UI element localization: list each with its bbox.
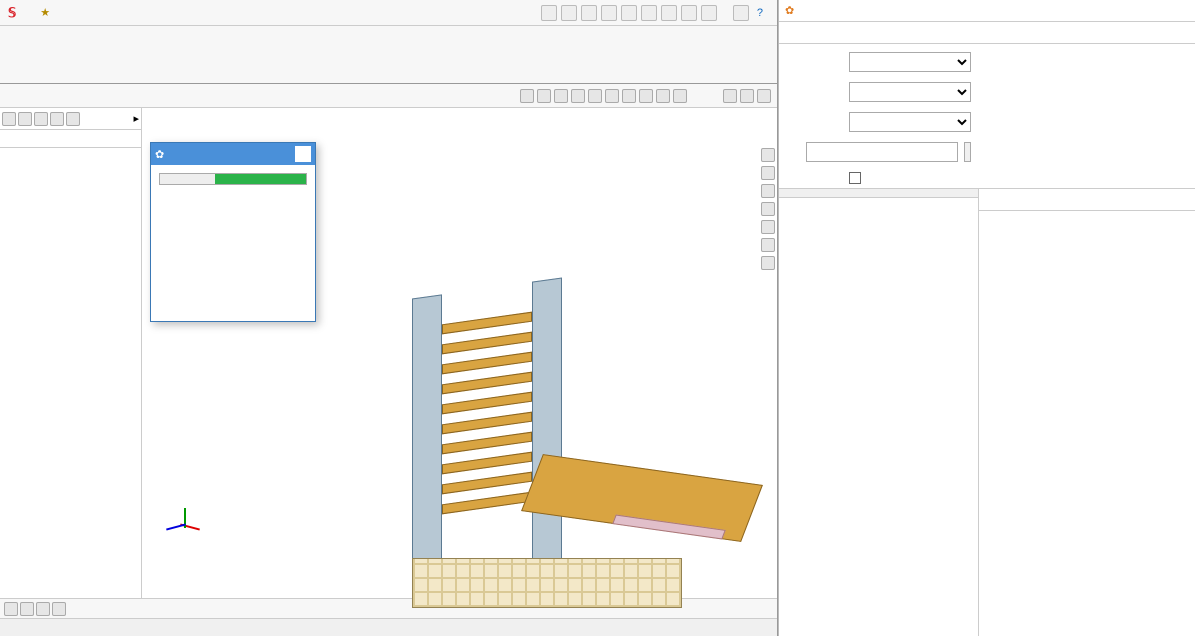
bigclass-select[interactable] [849,52,971,72]
rebuild-icon[interactable] [681,5,697,21]
tab-nav-last-icon[interactable] [52,602,66,616]
tree-appearance-icon[interactable] [66,112,80,126]
tab-nav-prev-icon[interactable] [20,602,34,616]
tree-config-icon[interactable] [18,112,32,126]
view-toolbar [520,89,777,103]
design-tool-panel: ✿ [778,0,1195,636]
ribbon [0,26,777,84]
zoom-area-icon[interactable] [537,89,551,103]
feature-tree-pane: ▸ [0,108,142,598]
tree-assembly-icon[interactable] [2,112,16,126]
view-orient-icon[interactable] [588,89,602,103]
tool-mid-area [779,189,1195,636]
tree-prop-icon[interactable] [50,112,64,126]
window-cascade-icon[interactable] [723,89,737,103]
select-icon[interactable] [661,5,677,21]
param-table-container [979,211,1195,636]
tree-filter[interactable] [0,130,141,148]
tree-display-icon[interactable] [34,112,48,126]
model-select[interactable] [849,112,971,132]
scene-icon[interactable] [656,89,670,103]
tool-title-bar: ✿ [779,0,1195,22]
product-form [779,44,979,188]
prev-view-icon[interactable] [554,89,568,103]
appearance-icon[interactable] [639,89,653,103]
heads-up-rotate-icon[interactable] [761,184,775,198]
heads-up-zoom-icon[interactable] [761,220,775,234]
tab-nav-next-icon[interactable] [36,602,50,616]
tool-top-area [779,44,1195,189]
undo-icon[interactable] [641,5,657,21]
options-icon[interactable] [701,5,717,21]
tree-toolbar: ▸ [0,108,141,130]
solidworks-window: ★ ? [0,0,778,636]
path-input[interactable] [806,142,958,162]
menu-star-icon: ★ [34,6,56,19]
spinner-icon [198,203,268,273]
center-area: ▸ [0,108,777,598]
update-dimensions-dialog: ✿ [150,142,316,322]
heads-up-home-icon[interactable] [761,148,775,162]
viewport-side-toolbar [761,148,775,270]
heads-up-section-icon[interactable] [761,202,775,216]
save-icon[interactable] [601,5,617,21]
help-icon[interactable]: ? [753,7,767,19]
tree-expand-icon[interactable]: ▸ [133,112,139,125]
hide-show-icon[interactable] [622,89,636,103]
structure-tree-pane [779,189,979,636]
view-settings-icon[interactable] [673,89,687,103]
progress-bar [159,173,307,185]
tool-main-tabs [779,22,1195,44]
orientation-triad[interactable] [164,498,204,538]
print-icon[interactable] [621,5,637,21]
section-view-icon[interactable] [571,89,585,103]
structure-tree[interactable] [779,198,978,636]
window-tile-icon[interactable] [740,89,754,103]
naming-checkbox[interactable] [849,172,861,184]
quick-access-toolbar: ? [541,5,777,21]
feature-tree[interactable] [0,148,141,598]
dialog-icon: ✿ [155,148,164,161]
new-icon[interactable] [561,5,577,21]
zoom-fit-icon[interactable] [520,89,534,103]
action-buttons [979,44,1195,188]
status-bar [0,618,777,636]
command-tabs [0,84,777,108]
structure-tree-title [779,189,978,198]
subclass-select[interactable] [849,82,971,102]
heads-up-pan-icon[interactable] [761,166,775,180]
param-tabs [979,189,1195,211]
home-icon[interactable] [541,5,557,21]
browse-button[interactable] [964,142,971,162]
title-bar: ★ ? [0,0,777,26]
3d-model [382,258,752,618]
window-close-icon[interactable] [757,89,771,103]
search-icon[interactable] [733,5,749,21]
dialog-close-button[interactable] [295,146,311,162]
sw-logo [0,5,28,21]
open-icon[interactable] [581,5,597,21]
tool-icon: ✿ [785,4,794,17]
heads-up-select-icon[interactable] [761,256,775,270]
display-style-icon[interactable] [605,89,619,103]
heads-up-fit-icon[interactable] [761,238,775,252]
parameter-pane [979,189,1195,636]
tab-nav-first-icon[interactable] [4,602,18,616]
